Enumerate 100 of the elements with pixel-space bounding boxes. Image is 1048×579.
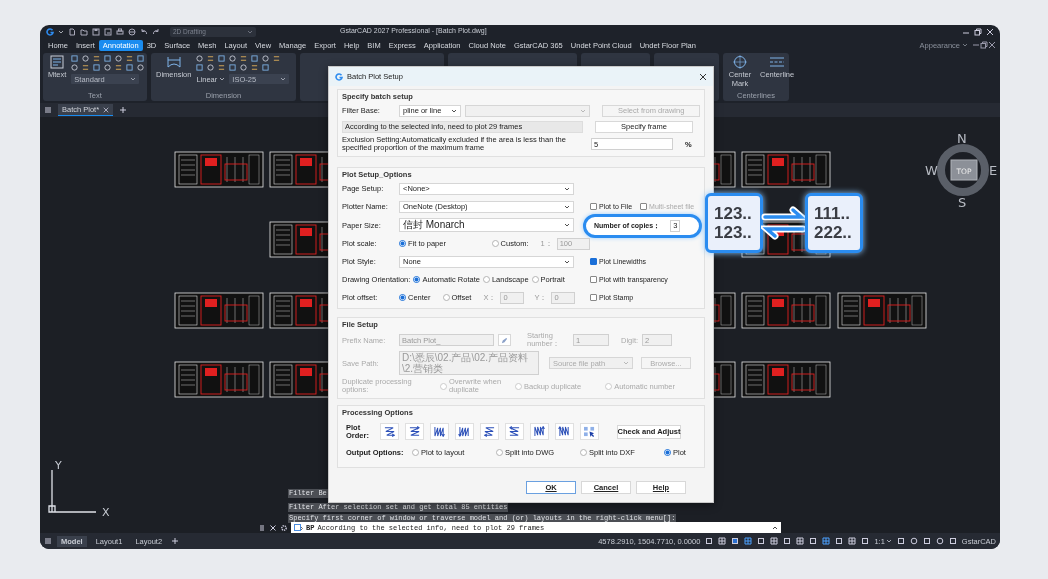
plot-order-button[interactable] — [505, 423, 524, 440]
zigzag-arrow-icon — [433, 426, 446, 437]
plot-order-button[interactable] — [380, 423, 399, 440]
app-logo-icon — [335, 72, 343, 81]
line-icon[interactable] — [115, 64, 123, 71]
radio-button[interactable] — [496, 449, 503, 456]
text-icon[interactable] — [49, 55, 66, 69]
circle-icon[interactable] — [262, 55, 270, 62]
caret-icon[interactable] — [772, 525, 778, 530]
checkbox[interactable] — [590, 294, 597, 301]
line-icon[interactable] — [126, 55, 134, 62]
caret-icon — [219, 77, 226, 81]
circle-icon[interactable] — [71, 64, 79, 71]
caret-icon — [247, 29, 253, 34]
caret-icon — [564, 186, 570, 191]
radio-button[interactable] — [399, 240, 406, 247]
plot-order-button[interactable] — [405, 423, 424, 440]
undo-icon[interactable] — [140, 27, 148, 36]
circle-icon[interactable] — [935, 537, 944, 545]
line-icon[interactable] — [273, 55, 281, 62]
print-icon[interactable] — [116, 27, 124, 36]
circle-icon[interactable] — [115, 55, 123, 62]
caret-icon — [885, 539, 892, 543]
radio-button[interactable] — [482, 276, 490, 283]
radio-button[interactable] — [442, 294, 450, 301]
number-text: 111.. — [814, 204, 851, 223]
grid-icon[interactable] — [770, 537, 779, 545]
close-icon[interactable] — [699, 72, 707, 81]
pencil-icon — [501, 336, 508, 344]
checkbox[interactable] — [590, 203, 597, 210]
compass-label: W — [925, 163, 938, 178]
plus-icon[interactable] — [171, 537, 180, 545]
restore-icon[interactable] — [980, 41, 988, 49]
save-as-icon[interactable] — [104, 27, 112, 36]
center-mark-icon[interactable] — [732, 55, 748, 69]
radio-button[interactable] — [664, 449, 671, 456]
circle-icon[interactable] — [104, 64, 112, 71]
menu-icon[interactable] — [44, 537, 52, 545]
restore-icon[interactable] — [974, 27, 982, 36]
grid-icon[interactable] — [744, 537, 753, 545]
checkbox[interactable] — [590, 276, 597, 283]
zigzag-arrow-icon — [458, 426, 471, 437]
radio-button[interactable] — [531, 276, 539, 283]
grid-icon[interactable] — [718, 537, 727, 545]
circle-icon[interactable] — [137, 64, 145, 71]
axis-label: Y — [55, 459, 62, 472]
line-icon[interactable] — [218, 64, 226, 71]
close-icon[interactable] — [988, 41, 996, 49]
plot-order-button[interactable] — [455, 423, 474, 440]
plus-icon[interactable] — [119, 106, 128, 114]
app-logo-icon[interactable] — [46, 27, 54, 36]
caret-icon — [280, 77, 287, 81]
zigzag-arrow-icon — [508, 426, 521, 437]
folder-icon[interactable] — [80, 27, 88, 36]
plot-order-button[interactable] — [555, 423, 574, 440]
plot-order-button[interactable] — [430, 423, 449, 440]
settings-icon[interactable] — [280, 523, 288, 532]
circle-icon[interactable] — [909, 537, 918, 545]
globe-icon[interactable] — [128, 27, 136, 36]
number-text: 123.. — [714, 223, 753, 242]
radio-button[interactable] — [491, 240, 499, 247]
caret-icon — [450, 108, 457, 113]
centerline-icon[interactable] — [769, 55, 785, 69]
circle-icon[interactable] — [82, 55, 90, 62]
checkbox[interactable] — [590, 258, 597, 265]
grid-icon[interactable] — [848, 537, 857, 545]
caret-icon — [623, 361, 629, 365]
paper-size-dropdown[interactable]: 信封 Monarch — [399, 218, 574, 232]
caret-icon — [564, 259, 570, 264]
line-icon[interactable] — [251, 64, 259, 71]
circle-icon[interactable] — [196, 55, 204, 62]
grip-icon[interactable] — [258, 523, 266, 532]
radio-button[interactable] — [399, 294, 406, 301]
ucs-axes-drawing — [48, 469, 97, 513]
menu-icon[interactable] — [44, 106, 52, 114]
plot-order-button[interactable] — [530, 423, 549, 440]
radio-button[interactable] — [413, 276, 421, 283]
zigzag-arrow-icon — [408, 426, 421, 437]
zigzag-arrow-icon — [483, 426, 496, 437]
circle-icon[interactable] — [207, 64, 215, 71]
grid-icon[interactable] — [822, 537, 831, 545]
radio-button[interactable] — [580, 449, 587, 456]
line-icon[interactable] — [82, 64, 90, 71]
command-icon — [294, 524, 303, 531]
compass-label: S — [958, 195, 967, 210]
caret-icon — [580, 108, 587, 113]
plot-order-button[interactable] — [480, 423, 499, 440]
circle-icon[interactable] — [229, 55, 237, 62]
circle-icon[interactable] — [240, 64, 248, 71]
dimension-icon[interactable] — [165, 55, 182, 69]
line-icon[interactable] — [93, 55, 101, 62]
new-file-icon[interactable] — [68, 27, 76, 36]
line-icon[interactable] — [240, 55, 248, 62]
grid-icon[interactable] — [796, 537, 805, 545]
radio-button[interactable] — [412, 449, 419, 456]
plot-order-button[interactable] — [580, 423, 599, 440]
save-icon[interactable] — [92, 27, 100, 36]
redo-icon[interactable] — [152, 27, 160, 36]
line-icon[interactable] — [207, 55, 215, 62]
view-cube-drawing[interactable] — [937, 144, 989, 196]
